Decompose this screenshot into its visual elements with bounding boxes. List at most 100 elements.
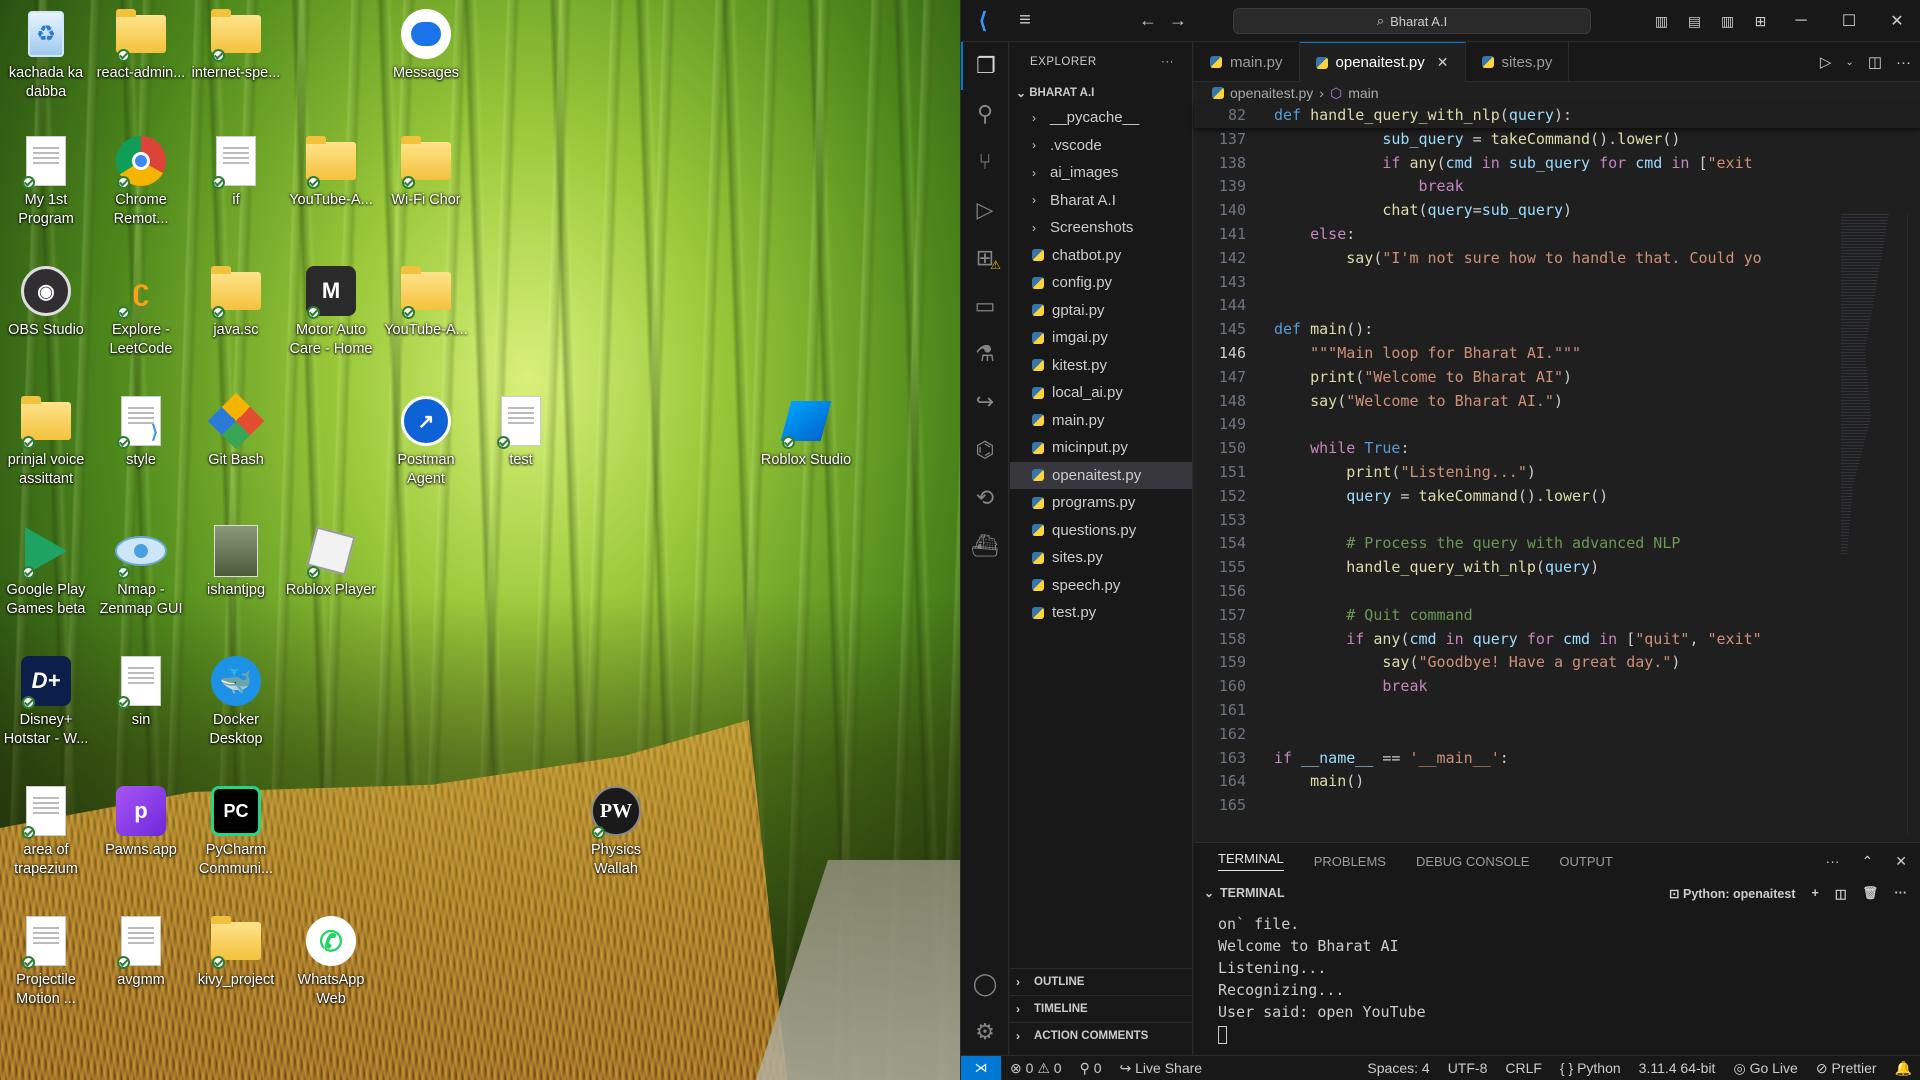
desktop-icon-kivy-project[interactable]: kivy_project [190, 915, 282, 990]
notifications-bell-icon[interactable]: 🔔 [1886, 1060, 1920, 1077]
breadcrumb-symbol[interactable]: main [1348, 85, 1378, 101]
desktop-icon-git-bash[interactable]: Git Bash [190, 392, 282, 470]
file-item[interactable]: programs.py [1010, 489, 1192, 517]
extensions-icon[interactable]: ⊞ ⚠ [961, 234, 1009, 282]
new-terminal-icon[interactable]: + [1812, 886, 1819, 900]
interpreter-status[interactable]: 3.11.4 64-bit [1630, 1060, 1725, 1076]
code-line[interactable]: 145 def main(): [1194, 318, 1920, 342]
run-file-icon[interactable]: ▷ [1820, 53, 1832, 71]
breadcrumb-file[interactable]: openaitest.py [1230, 85, 1313, 101]
file-item[interactable]: main.py [1010, 407, 1192, 435]
code-line[interactable]: 146 """Main loop for Bharat AI.""" [1194, 342, 1920, 366]
folder-item[interactable]: › Screenshots [1010, 214, 1192, 242]
close-window-icon[interactable]: ✕ [1873, 11, 1920, 31]
file-item[interactable]: sites.py [1010, 544, 1192, 572]
source-control-icon[interactable]: ⑂ [961, 138, 1009, 186]
folder-item[interactable]: › .vscode [1010, 132, 1192, 160]
file-item[interactable]: local_ai.py [1010, 379, 1192, 407]
desktop-icon-docker[interactable]: 🐳 Docker Desktop [190, 655, 282, 749]
desktop-icon-explore-leetcode[interactable]: ʗ Explore - LeetCode [95, 265, 187, 359]
tab-main-py[interactable]: main.py [1194, 42, 1300, 82]
desktop-icon-projectile-motion[interactable]: Projectile Motion ... [0, 915, 92, 1009]
minimize-icon[interactable]: ─ [1777, 12, 1825, 30]
editor-more-icon[interactable]: ··· [1896, 54, 1911, 71]
desktop-icon-pawns-app[interactable]: p Pawns.app [95, 785, 187, 860]
run-dropdown-icon[interactable]: ⌄ [1845, 57, 1853, 68]
run-debug-icon[interactable]: ▷ [961, 186, 1009, 234]
file-item[interactable]: config.py [1010, 269, 1192, 297]
desktop-icon-physics-wallah[interactable]: PW Physics Wallah [570, 785, 662, 879]
desktop-icon-roblox-studio[interactable]: Roblox Studio [760, 395, 852, 470]
explorer-icon[interactable]: ❐ [961, 42, 1009, 90]
desktop-icon-messages[interactable]: Messages [380, 8, 472, 83]
desktop-icon-whatsapp-web[interactable]: ✆ WhatsApp Web [285, 915, 377, 1009]
desktop-icon-area-of-trapezium[interactable]: area of trapezium [0, 785, 92, 879]
desktop-icon-recycle-bin[interactable]: ♻ kachada ka dabba [0, 8, 92, 102]
desktop-icon-roblox-player[interactable]: Roblox Player [285, 525, 377, 600]
toggle-panel-icon[interactable]: ▤ [1678, 13, 1711, 30]
code-line[interactable]: 157 # Quit command [1194, 604, 1920, 628]
code-line[interactable]: 152 query = takeCommand().lower() [1194, 485, 1920, 509]
code-line[interactable]: 162 [1194, 723, 1920, 747]
tab-terminal[interactable]: TERMINAL [1218, 851, 1284, 871]
file-item[interactable]: questions.py [1010, 517, 1192, 545]
file-item[interactable]: micinput.py [1010, 434, 1192, 462]
encoding-status[interactable]: UTF-8 [1439, 1060, 1497, 1076]
desktop-icon-style[interactable]: ⟩ style [95, 395, 187, 470]
desktop-icon-if[interactable]: if [190, 135, 282, 210]
back-arrow-icon[interactable]: ← [1133, 10, 1163, 31]
eol-status[interactable]: CRLF [1496, 1060, 1551, 1076]
maximize-panel-icon[interactable]: ⌃ [1862, 853, 1874, 870]
close-panel-icon[interactable]: ✕ [1895, 853, 1907, 870]
close-tab-icon[interactable]: ✕ [1437, 54, 1449, 71]
code-line[interactable]: 144 [1194, 294, 1920, 318]
desktop-icon-avgmm[interactable]: avgmm [95, 915, 187, 990]
file-item[interactable]: test.py [1010, 599, 1192, 627]
folder-item[interactable]: › Bharat A.I [1010, 187, 1192, 215]
code-line[interactable]: 156 [1194, 580, 1920, 604]
code-line[interactable]: 141 else: [1194, 223, 1920, 247]
desktop-icon-obs-studio[interactable]: ◉ OBS Studio [0, 265, 92, 340]
code-line[interactable]: 138 if any(cmd in sub_query for cmd in [… [1194, 152, 1920, 176]
language-status[interactable]: { } Python [1551, 1060, 1630, 1076]
timeline-section[interactable]: › TIMELINE [1010, 995, 1193, 1022]
code-line[interactable]: 151 print("Listening...") [1194, 461, 1920, 485]
desktop-icon-wifi-chor[interactable]: Wi-Fi Chor [380, 135, 472, 210]
gitlens-icon[interactable]: ⟲ [961, 474, 1009, 522]
split-terminal-icon[interactable]: ◫ [1835, 886, 1847, 901]
workspace-root[interactable]: ⌄ BHARAT A.I [1010, 82, 1192, 104]
desktop-icon-youtube-a-2[interactable]: YouTube-A... [380, 265, 472, 340]
accounts-icon[interactable]: ◯ [961, 960, 1009, 1008]
code-line[interactable]: 150 while True: [1194, 437, 1920, 461]
code-line[interactable]: 163 if __name__ == '__main__': [1194, 747, 1920, 771]
code-line[interactable]: 153 [1194, 509, 1920, 533]
terminal-output[interactable]: on` file. Welcome to Bharat AI Listening..… [1194, 907, 1920, 1045]
desktop-icon-google-play-games[interactable]: Google Play Games beta [0, 525, 92, 619]
python-icon[interactable]: ⌬ [961, 426, 1009, 474]
code-line[interactable]: 149 [1194, 413, 1920, 437]
toggle-secondary-sidebar-icon[interactable]: ▥ [1711, 13, 1744, 30]
editor-scrollbar[interactable] [1907, 214, 1920, 834]
tab-output[interactable]: OUTPUT [1559, 854, 1612, 869]
tab-openaitest-py[interactable]: openaitest.py ✕ [1299, 42, 1466, 82]
folder-item[interactable]: › ai_images [1010, 159, 1192, 187]
kill-terminal-icon[interactable]: 🗑 [1863, 886, 1879, 901]
tab-debug-console[interactable]: DEBUG CONSOLE [1416, 854, 1529, 869]
maximize-icon[interactable]: ☐ [1825, 11, 1873, 31]
customize-layout-icon[interactable]: ⊞ [1744, 13, 1777, 30]
file-item[interactable]: chatbot.py [1010, 242, 1192, 270]
code-line[interactable]: 159 say("Goodbye! Have a great day.") [1194, 651, 1920, 675]
search-view-icon[interactable]: ⚲ [961, 90, 1009, 138]
go-live-status[interactable]: ◎ Go Live [1724, 1060, 1806, 1077]
desktop-icon-chrome-remote[interactable]: Chrome Remot... [95, 135, 187, 229]
toggle-sidebar-icon[interactable]: ▥ [1645, 13, 1678, 30]
live-share-icon[interactable]: ↪ [961, 378, 1009, 426]
menu-hamburger-icon[interactable]: ≡ [1005, 9, 1045, 32]
code-line[interactable]: 158 if any(cmd in query for cmd in ["qui… [1194, 628, 1920, 652]
file-item[interactable]: imgai.py [1010, 324, 1192, 352]
action-comments-section[interactable]: › ACTION COMMENTS [1010, 1022, 1193, 1049]
split-editor-icon[interactable]: ◫ [1868, 53, 1882, 71]
file-item[interactable]: gptai.py [1010, 297, 1192, 325]
desktop-icon-internet-speed[interactable]: internet-spe... [190, 8, 282, 83]
desktop-icon-ishantjpg[interactable]: ishantjpg [190, 525, 282, 600]
